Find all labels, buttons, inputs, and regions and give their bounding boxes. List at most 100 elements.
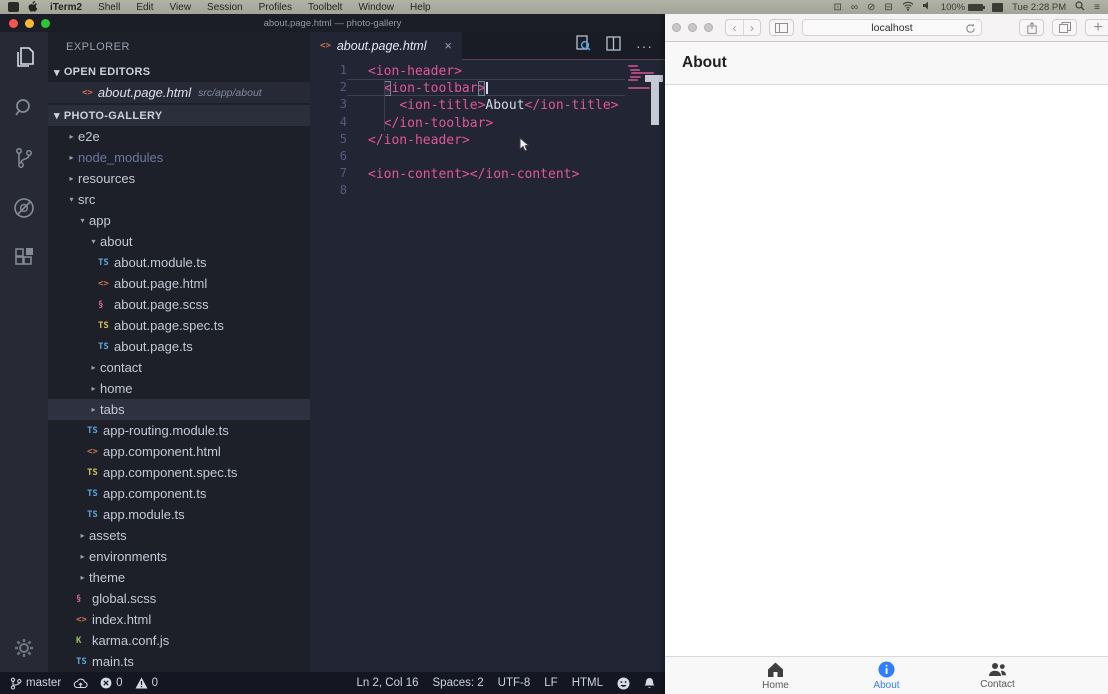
tree-item-app.component.ts[interactable]: TSapp.component.ts [48,483,310,504]
dnd-icon[interactable]: ⊘ [867,2,875,13]
settings-gear-icon[interactable] [12,636,36,660]
menu-item-edit[interactable]: Edit [128,2,161,13]
menu-item-shell[interactable]: Shell [90,2,128,13]
minimize-window-button[interactable] [25,19,34,28]
spotlight-search-icon[interactable] [1075,1,1085,14]
input-source-icon[interactable] [992,3,1003,12]
tree-item-karma.conf.js[interactable]: Kkarma.conf.js [48,630,310,651]
tree-item-global.scss[interactable]: §global.scss [48,588,310,609]
tree-item-about[interactable]: ▾about [48,231,310,252]
page-tab-home[interactable]: Home [720,661,831,691]
code-line-1[interactable]: 1<ion-header> [310,62,665,79]
split-editor-icon[interactable] [606,36,621,56]
status-item-utf-8[interactable]: UTF-8 [498,677,531,689]
sidebar-toggle-button[interactable] [769,19,794,36]
close-window-button[interactable] [672,23,681,32]
tree-item-app.component.html[interactable]: <>app.component.html [48,441,310,462]
page-tab-about[interactable]: About [831,661,942,691]
close-window-button[interactable] [9,19,18,28]
status-item-ln-2-col-16[interactable]: Ln 2, Col 16 [357,677,419,689]
tree-item-node_modules[interactable]: ▸node_modules [48,147,310,168]
code-line-5[interactable]: 5</ion-header> [310,131,665,148]
tree-item-e2e[interactable]: ▸e2e [48,126,310,147]
menu-item-profiles[interactable]: Profiles [251,2,300,13]
close-tab-icon[interactable]: × [444,38,452,53]
tree-item-app.module.ts[interactable]: TSapp.module.ts [48,504,310,525]
code-line-6[interactable]: 6 [310,148,665,165]
menu-item-iterm2[interactable]: iTerm2 [42,2,90,13]
status-item-git-branch[interactable]: master [10,677,61,690]
notification-center-icon[interactable]: ≡ [1094,2,1100,13]
status-item-error[interactable]: 0 [100,677,122,689]
source-control-icon[interactable] [12,146,36,170]
search-icon[interactable] [12,96,36,120]
scrollbar-thumb[interactable] [651,75,659,125]
extensions-icon[interactable] [12,246,36,270]
status-item-spaces-2[interactable]: Spaces: 2 [433,677,484,689]
tree-item-about.page.ts[interactable]: TSabout.page.ts [48,336,310,357]
tree-item-src[interactable]: ▾src [48,189,310,210]
menu-item-help[interactable]: Help [402,2,439,13]
tree-item-app.component.spec.ts[interactable]: TSapp.component.spec.ts [48,462,310,483]
code-line-2[interactable]: 2 <ion-toolbar> [310,79,665,96]
tree-item-index.html[interactable]: <>index.html [48,609,310,630]
minimize-window-button[interactable] [688,23,697,32]
status-item-lf[interactable]: LF [544,677,557,689]
share-icon[interactable] [1019,19,1044,36]
page-tab-contact[interactable]: Contact [942,662,1053,690]
tree-item-app-routing.module.ts[interactable]: TSapp-routing.module.ts [48,420,310,441]
code-line-8[interactable]: 8 [310,182,665,199]
tree-item-theme[interactable]: ▸theme [48,567,310,588]
status-item-html[interactable]: HTML [572,677,603,689]
display-icon[interactable]: ⊟ [884,2,892,13]
screenshot-icon[interactable]: ⊡ [833,2,841,13]
tree-item-about.page.scss[interactable]: §about.page.scss [48,294,310,315]
open-preview-icon[interactable] [575,35,591,56]
forward-button[interactable]: › [743,20,760,35]
back-button[interactable]: ‹ [726,20,743,35]
tab-overview-icon[interactable] [1052,19,1077,36]
tab-about-page-html[interactable]: <> about.page.html × [310,32,462,60]
menu-item-window[interactable]: Window [350,2,402,13]
open-editor-item[interactable]: <> about.page.html src/app/about [48,82,310,103]
reload-icon[interactable] [965,23,976,37]
menubar-clock[interactable]: Tue 2:28 PM [1012,2,1066,13]
debug-icon[interactable] [12,196,36,220]
tree-item-home[interactable]: ▸home [48,378,310,399]
zoom-window-button[interactable] [41,19,50,28]
code-area[interactable]: 1<ion-header>2 <ion-toolbar>3 <ion-title… [310,62,665,672]
explorer-icon[interactable] [12,46,36,70]
tree-item-about.page.spec.ts[interactable]: TSabout.page.spec.ts [48,315,310,336]
tree-item-tabs[interactable]: ▸tabs [48,399,310,420]
open-editors-header[interactable]: ▾ OPEN EDITORS [48,62,310,82]
project-header[interactable]: ▾ PHOTO-GALLERY [48,105,310,126]
volume-icon[interactable] [923,1,932,13]
zoom-window-button[interactable] [704,23,713,32]
code-line-4[interactable]: 4 </ion-toolbar> [310,114,665,131]
code-line-7[interactable]: 7<ion-content></ion-content> [310,165,665,182]
menu-item-session[interactable]: Session [199,2,251,13]
tree-item-about.page.html[interactable]: <>about.page.html [48,273,310,294]
address-bar[interactable]: localhost [802,19,982,36]
vscode-titlebar[interactable]: about.page.html — photo-gallery [0,14,665,32]
battery-indicator[interactable]: 100% [941,2,983,13]
code-line-3[interactable]: 3 <ion-title>About</ion-title> [310,96,665,113]
status-item-bell[interactable] [644,677,655,690]
tree-item-resources[interactable]: ▸resources [48,168,310,189]
status-item-cloud-upload[interactable] [73,677,88,689]
tree-item-main.ts[interactable]: TSmain.ts [48,651,310,672]
menu-item-toolbelt[interactable]: Toolbelt [300,2,350,13]
tree-item-app[interactable]: ▾app [48,210,310,231]
status-item-smiley[interactable] [617,677,630,690]
tree-item-contact[interactable]: ▸contact [48,357,310,378]
apple-menu-icon[interactable] [27,1,38,13]
more-actions-icon[interactable]: ··· [636,38,653,54]
wifi-icon[interactable] [902,1,914,14]
tree-item-assets[interactable]: ▸assets [48,525,310,546]
menu-item-view[interactable]: View [162,2,200,13]
new-tab-button[interactable]: + [1085,19,1108,36]
tree-item-about.module.ts[interactable]: TSabout.module.ts [48,252,310,273]
tree-item-environments[interactable]: ▸environments [48,546,310,567]
glasses-icon[interactable]: ∞ [851,2,858,13]
status-item-warning[interactable]: 0 [135,677,158,689]
